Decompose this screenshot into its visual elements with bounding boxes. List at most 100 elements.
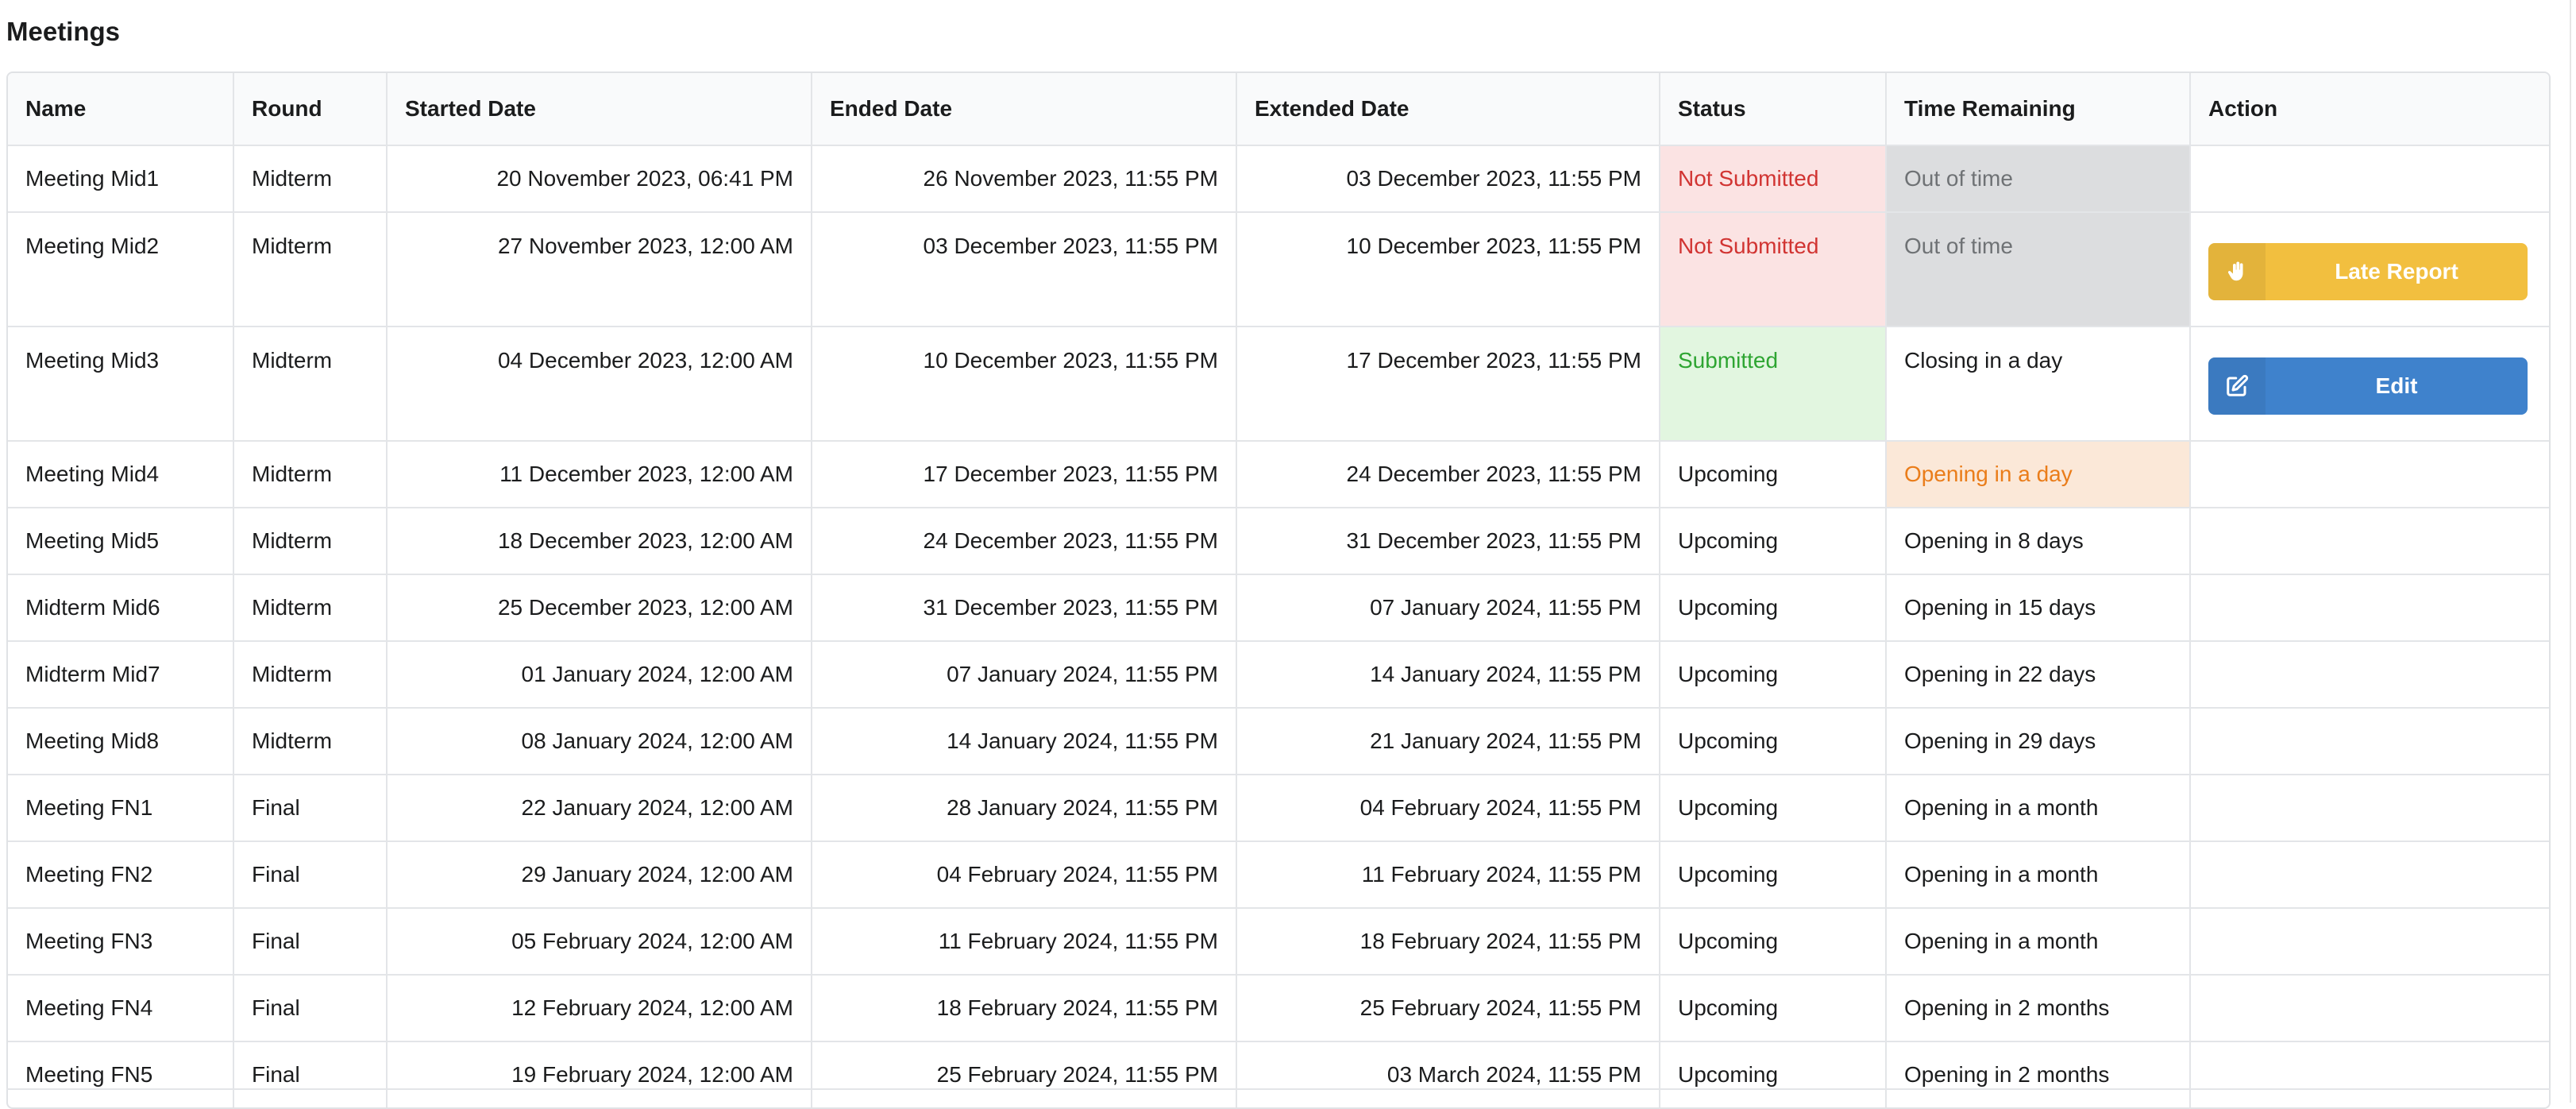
table-row: Meeting Mid3 Midterm 04 December 2023, 1…: [8, 327, 2549, 442]
late-report-button[interactable]: Late Report: [2208, 243, 2528, 300]
cell-time-remaining: Out of time: [1886, 145, 2191, 213]
cell-ended-date: 17 December 2023, 11:55 PM: [812, 441, 1237, 508]
table-row: Midterm Mid7 Midterm 01 January 2024, 12…: [8, 641, 2549, 709]
cell-time-remaining: Opening in 2 months: [1886, 1041, 2191, 1107]
cell-name: Meeting Mid5: [8, 508, 234, 575]
cell-name: Meeting FN3: [8, 908, 234, 976]
table-row: Meeting FN4 Final 12 February 2024, 12:0…: [8, 975, 2549, 1042]
table-row: Meeting FN5 Final 19 February 2024, 12:0…: [8, 1041, 2549, 1107]
cell-name: Meeting Mid8: [8, 708, 234, 775]
cell-name: Meeting FN5: [8, 1041, 234, 1107]
cell-round: Midterm: [233, 574, 388, 642]
cell-round: Midterm: [233, 641, 388, 709]
cell-action: Late Report: [2190, 212, 2549, 327]
cell-round: Midterm: [233, 212, 388, 327]
cell-action: [2190, 574, 2549, 642]
table-row: Meeting FN2 Final 29 January 2024, 12:00…: [8, 841, 2549, 909]
cell-action: [2190, 841, 2549, 909]
cell-extended-date: 17 December 2023, 11:55 PM: [1236, 327, 1660, 442]
table-header-row: Name Round Started Date Ended Date Exten…: [8, 73, 2549, 146]
header-time-remaining[interactable]: Time Remaining: [1886, 73, 2191, 146]
cell-ended-date: 24 December 2023, 11:55 PM: [812, 508, 1237, 575]
cell-round: Midterm: [233, 441, 388, 508]
cell-action: [2190, 508, 2549, 575]
table-row: Meeting FN1 Final 22 January 2024, 12:00…: [8, 775, 2549, 842]
cell-started-date: 18 December 2023, 12:00 AM: [387, 508, 812, 575]
page-title: Meetings: [6, 17, 121, 46]
cell-time-remaining: Opening in a month: [1886, 841, 2191, 909]
cell-action: Edit: [2190, 327, 2549, 442]
header-status[interactable]: Status: [1660, 73, 1887, 146]
header-started-date[interactable]: Started Date: [387, 73, 812, 146]
cell-ended-date: 10 December 2023, 11:55 PM: [812, 327, 1237, 442]
cell-action: [2190, 145, 2549, 213]
cell-round: Midterm: [233, 508, 388, 575]
header-action: Action: [2190, 73, 2549, 146]
cell-name: Meeting Mid2: [8, 212, 234, 327]
cell-status: Not Submitted: [1660, 212, 1887, 327]
cell-extended-date: 31 December 2023, 11:55 PM: [1236, 508, 1660, 575]
cell-name: Meeting Mid3: [8, 327, 234, 442]
cell-extended-date: 04 February 2024, 11:55 PM: [1236, 775, 1660, 842]
cell-round: Midterm: [233, 327, 388, 442]
cell-status: Upcoming: [1660, 708, 1887, 775]
cell-ended-date: 26 November 2023, 11:55 PM: [812, 145, 1237, 213]
cell-time-remaining: Opening in 8 days: [1886, 508, 2191, 575]
cell-started-date: 20 November 2023, 06:41 PM: [387, 145, 812, 213]
cell-action: [2190, 641, 2549, 709]
cell-time-remaining: Opening in a month: [1886, 908, 2191, 976]
cell-extended-date: 18 February 2024, 11:55 PM: [1236, 908, 1660, 976]
cell-round: Final: [233, 908, 388, 976]
table-row: Meeting FN3 Final 05 February 2024, 12:0…: [8, 908, 2549, 976]
cell-round: Final: [233, 975, 388, 1042]
header-extended-date[interactable]: Extended Date: [1236, 73, 1660, 146]
edit-icon: [2208, 357, 2266, 415]
cell-status: Upcoming: [1660, 908, 1887, 976]
edit-button[interactable]: Edit: [2208, 357, 2528, 415]
cell-ended-date: 31 December 2023, 11:55 PM: [812, 574, 1237, 642]
cell-extended-date: 03 December 2023, 11:55 PM: [1236, 145, 1660, 213]
cell-time-remaining: Closing in a day: [1886, 327, 2191, 442]
cell-action: [2190, 908, 2549, 976]
cell-ended-date: 28 January 2024, 11:55 PM: [812, 775, 1237, 842]
cell-started-date: 01 January 2024, 12:00 AM: [387, 641, 812, 709]
cell-action: [2190, 1041, 2549, 1107]
cell-ended-date: 07 January 2024, 11:55 PM: [812, 641, 1237, 709]
page-divider: [6, 1088, 2551, 1090]
cell-name: Midterm Mid6: [8, 574, 234, 642]
header-round[interactable]: Round: [233, 73, 388, 146]
cell-ended-date: 18 February 2024, 11:55 PM: [812, 975, 1237, 1042]
cell-extended-date: 14 January 2024, 11:55 PM: [1236, 641, 1660, 709]
table-row: Meeting Mid8 Midterm 08 January 2024, 12…: [8, 708, 2549, 775]
cell-time-remaining: Out of time: [1886, 212, 2191, 327]
cell-started-date: 05 February 2024, 12:00 AM: [387, 908, 812, 976]
cell-round: Midterm: [233, 708, 388, 775]
cell-time-remaining: Opening in 22 days: [1886, 641, 2191, 709]
cell-ended-date: 25 February 2024, 11:55 PM: [812, 1041, 1237, 1107]
cell-action: [2190, 708, 2549, 775]
meetings-table: Name Round Started Date Ended Date Exten…: [6, 71, 2551, 1109]
cell-name: Meeting Mid1: [8, 145, 234, 213]
cell-started-date: 12 February 2024, 12:00 AM: [387, 975, 812, 1042]
cell-name: Meeting FN1: [8, 775, 234, 842]
cell-extended-date: 10 December 2023, 11:55 PM: [1236, 212, 1660, 327]
table-row: Meeting Mid5 Midterm 18 December 2023, 1…: [8, 508, 2549, 575]
cell-ended-date: 11 February 2024, 11:55 PM: [812, 908, 1237, 976]
cell-round: Final: [233, 841, 388, 909]
cell-name: Meeting FN2: [8, 841, 234, 909]
cell-started-date: 29 January 2024, 12:00 AM: [387, 841, 812, 909]
cell-extended-date: 03 March 2024, 11:55 PM: [1236, 1041, 1660, 1107]
cell-status: Upcoming: [1660, 574, 1887, 642]
cell-status: Upcoming: [1660, 975, 1887, 1042]
header-ended-date[interactable]: Ended Date: [812, 73, 1237, 146]
header-name[interactable]: Name: [8, 73, 234, 146]
cell-round: Midterm: [233, 145, 388, 213]
cell-extended-date: 25 February 2024, 11:55 PM: [1236, 975, 1660, 1042]
cell-started-date: 25 December 2023, 12:00 AM: [387, 574, 812, 642]
cell-status: Upcoming: [1660, 508, 1887, 575]
cell-time-remaining: Opening in a day: [1886, 441, 2191, 508]
cell-round: Final: [233, 775, 388, 842]
cell-status: Upcoming: [1660, 1041, 1887, 1107]
cell-ended-date: 04 February 2024, 11:55 PM: [812, 841, 1237, 909]
cell-status: Upcoming: [1660, 641, 1887, 709]
